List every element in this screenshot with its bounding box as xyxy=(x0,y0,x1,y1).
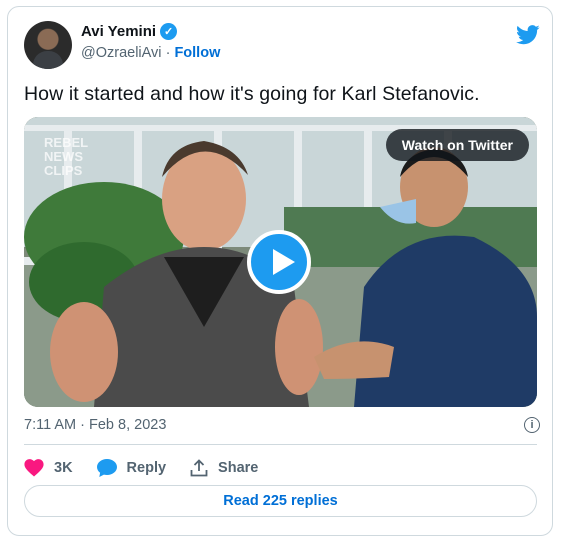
reply-icon xyxy=(96,459,117,477)
timestamp[interactable]: 7:11 AM · Feb 8, 2023 xyxy=(24,417,166,433)
share-action[interactable]: Share xyxy=(190,459,258,477)
tweet-text: How it started and how it's going for Ka… xyxy=(24,83,480,105)
svg-text:REBEL: REBEL xyxy=(44,135,88,150)
author-handle-row: @OzraeliAvi · Follow xyxy=(81,45,220,61)
follow-button[interactable]: Follow xyxy=(174,45,220,61)
like-action[interactable]: 3K xyxy=(24,459,73,477)
info-icon[interactable]: i xyxy=(524,417,540,433)
video-thumbnail[interactable]: REBEL NEWS CLIPS Watch on Twitter xyxy=(24,117,537,407)
share-label: Share xyxy=(218,460,259,476)
verified-icon: ✓ xyxy=(160,23,178,40)
author-name-row: Avi Yemini ✓ xyxy=(81,23,178,40)
avatar[interactable] xyxy=(24,21,72,69)
action-bar: 3K Reply Share xyxy=(24,457,282,479)
tweet-header: Avi Yemini ✓ @OzraeliAvi · Follow xyxy=(24,19,540,71)
play-icon[interactable] xyxy=(247,230,311,294)
reply-action[interactable]: Reply xyxy=(96,459,167,477)
watch-on-twitter-button[interactable]: Watch on Twitter xyxy=(385,129,529,161)
like-count: 3K xyxy=(54,460,73,476)
share-icon xyxy=(190,459,208,477)
tweet-card: Avi Yemini ✓ @OzraeliAvi · Follow How it… xyxy=(7,6,553,536)
author-name[interactable]: Avi Yemini xyxy=(81,23,156,40)
svg-text:CLIPS: CLIPS xyxy=(44,163,83,178)
divider xyxy=(24,444,537,445)
twitter-bird-icon[interactable] xyxy=(516,25,540,45)
author-handle[interactable]: @OzraeliAvi xyxy=(81,45,162,61)
read-replies-button[interactable]: Read 225 replies xyxy=(24,485,537,517)
svg-text:NEWS: NEWS xyxy=(44,149,83,164)
separator-dot: · xyxy=(165,45,171,61)
heart-icon xyxy=(24,459,44,477)
tweet-meta: 7:11 AM · Feb 8, 2023 i xyxy=(24,415,540,437)
reply-label: Reply xyxy=(126,460,167,476)
